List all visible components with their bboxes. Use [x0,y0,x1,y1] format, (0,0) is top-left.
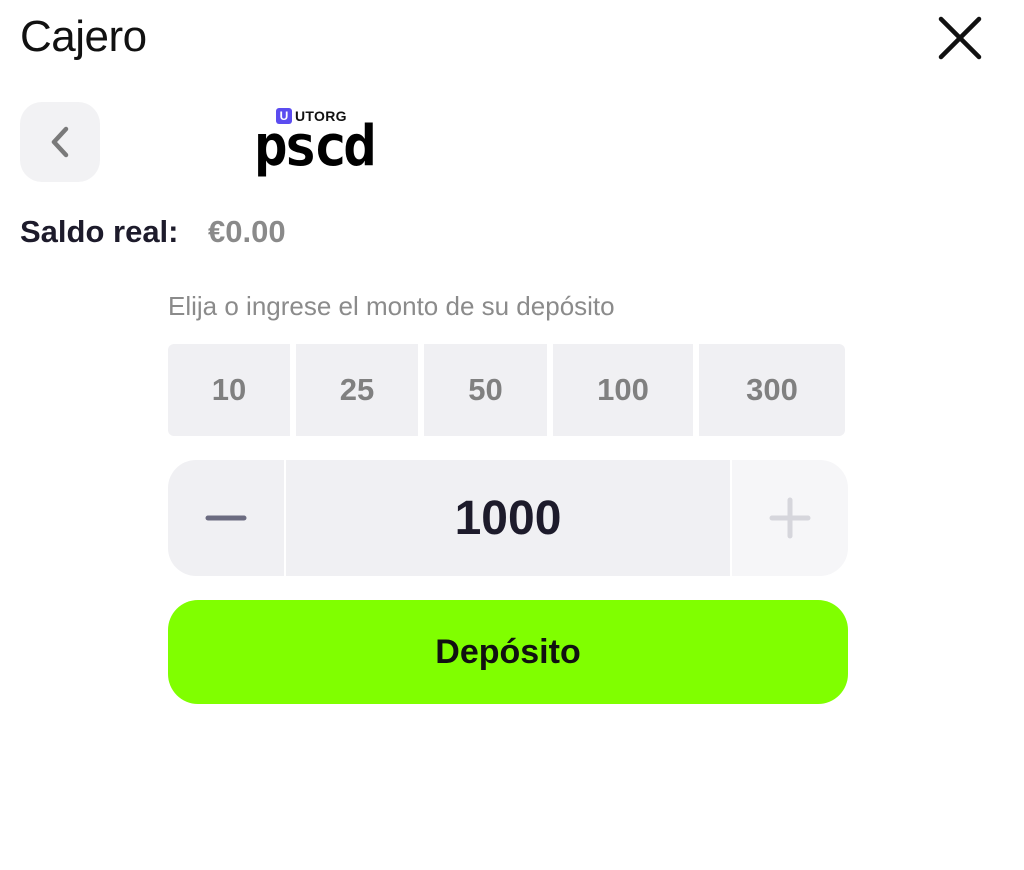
preset-amount-100[interactable]: 100 [553,344,693,436]
page-title: Cajero [20,12,147,61]
amount-presets: 10 25 50 100 300 [168,344,848,436]
cashier-page: Cajero U UTORG pscd Saldo real: €0.00 El… [0,0,1024,870]
deposit-hint: Elija o ingrese el monto de su depósito [168,291,615,321]
provider-logo: U UTORG pscd [254,106,377,180]
chevron-left-icon [51,126,69,158]
balance-label: Saldo real: [20,214,179,249]
preset-amount-10[interactable]: 10 [168,344,290,436]
back-button[interactable] [20,102,100,182]
increase-button[interactable] [732,460,848,576]
provider-name: pscd [254,114,377,179]
preset-amount-50[interactable]: 50 [424,344,547,436]
balance-value: €0.00 [208,214,286,249]
close-icon [938,16,982,60]
preset-amount-300[interactable]: 300 [699,344,845,436]
amount-stepper: 1000 [168,460,848,576]
amount-input[interactable]: 1000 [286,460,730,576]
decrease-button[interactable] [168,460,284,576]
deposit-button[interactable]: Depósito [168,600,848,704]
preset-amount-25[interactable]: 25 [296,344,418,436]
plus-icon [769,497,811,539]
minus-icon [205,515,247,521]
close-button[interactable] [930,8,990,68]
